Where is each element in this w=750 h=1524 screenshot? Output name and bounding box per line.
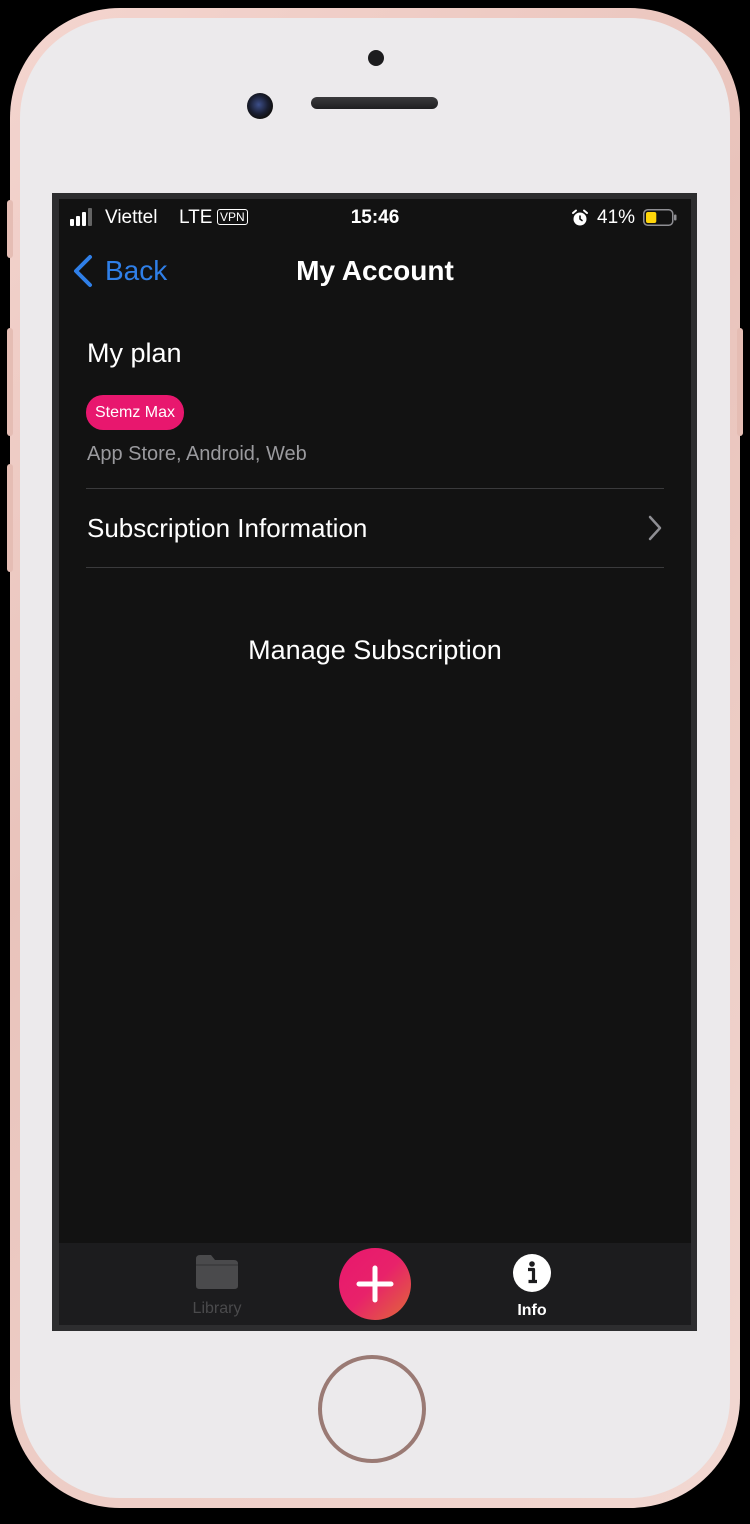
divider	[86, 567, 664, 568]
add-button[interactable]	[339, 1248, 411, 1320]
folder-icon	[196, 1255, 238, 1289]
chevron-right-icon	[648, 515, 662, 541]
power-button	[737, 328, 743, 436]
tab-info-label: Info	[517, 1302, 547, 1319]
status-bar: Viettel LTE VPN 15:46 41%	[59, 199, 691, 237]
home-button[interactable]	[318, 1355, 426, 1463]
volume-up-button	[7, 328, 13, 436]
page-title: My Account	[296, 255, 454, 286]
app-screen: Viettel LTE VPN 15:46 41% Back My Accoun…	[59, 199, 691, 1325]
tab-library-label: Library	[192, 1300, 242, 1317]
tab-info[interactable]: Info	[472, 1253, 592, 1320]
navigation-bar: Back My Account	[59, 237, 691, 307]
plan-badge: Stemz Max	[86, 395, 185, 430]
plan-platforms: App Store, Android, Web	[87, 443, 307, 465]
manage-subscription-button[interactable]: Manage Subscription	[59, 635, 691, 666]
tab-bar: Library Info	[59, 1243, 691, 1325]
alarm-clock-icon	[572, 209, 588, 226]
subscription-information-row[interactable]: Subscription Information	[59, 489, 691, 567]
info-icon	[513, 1254, 551, 1292]
mute-switch	[7, 200, 13, 258]
proximity-sensor	[368, 50, 384, 66]
battery-icon	[643, 209, 677, 226]
plus-icon	[356, 1265, 394, 1303]
earpiece-speaker	[311, 97, 438, 109]
volume-down-button	[7, 464, 13, 572]
tab-library[interactable]: Library	[157, 1253, 277, 1318]
battery-percentage: 41%	[597, 207, 636, 228]
plan-heading: My plan	[87, 338, 182, 368]
front-camera	[247, 93, 273, 119]
subscription-information-label: Subscription Information	[87, 513, 368, 543]
